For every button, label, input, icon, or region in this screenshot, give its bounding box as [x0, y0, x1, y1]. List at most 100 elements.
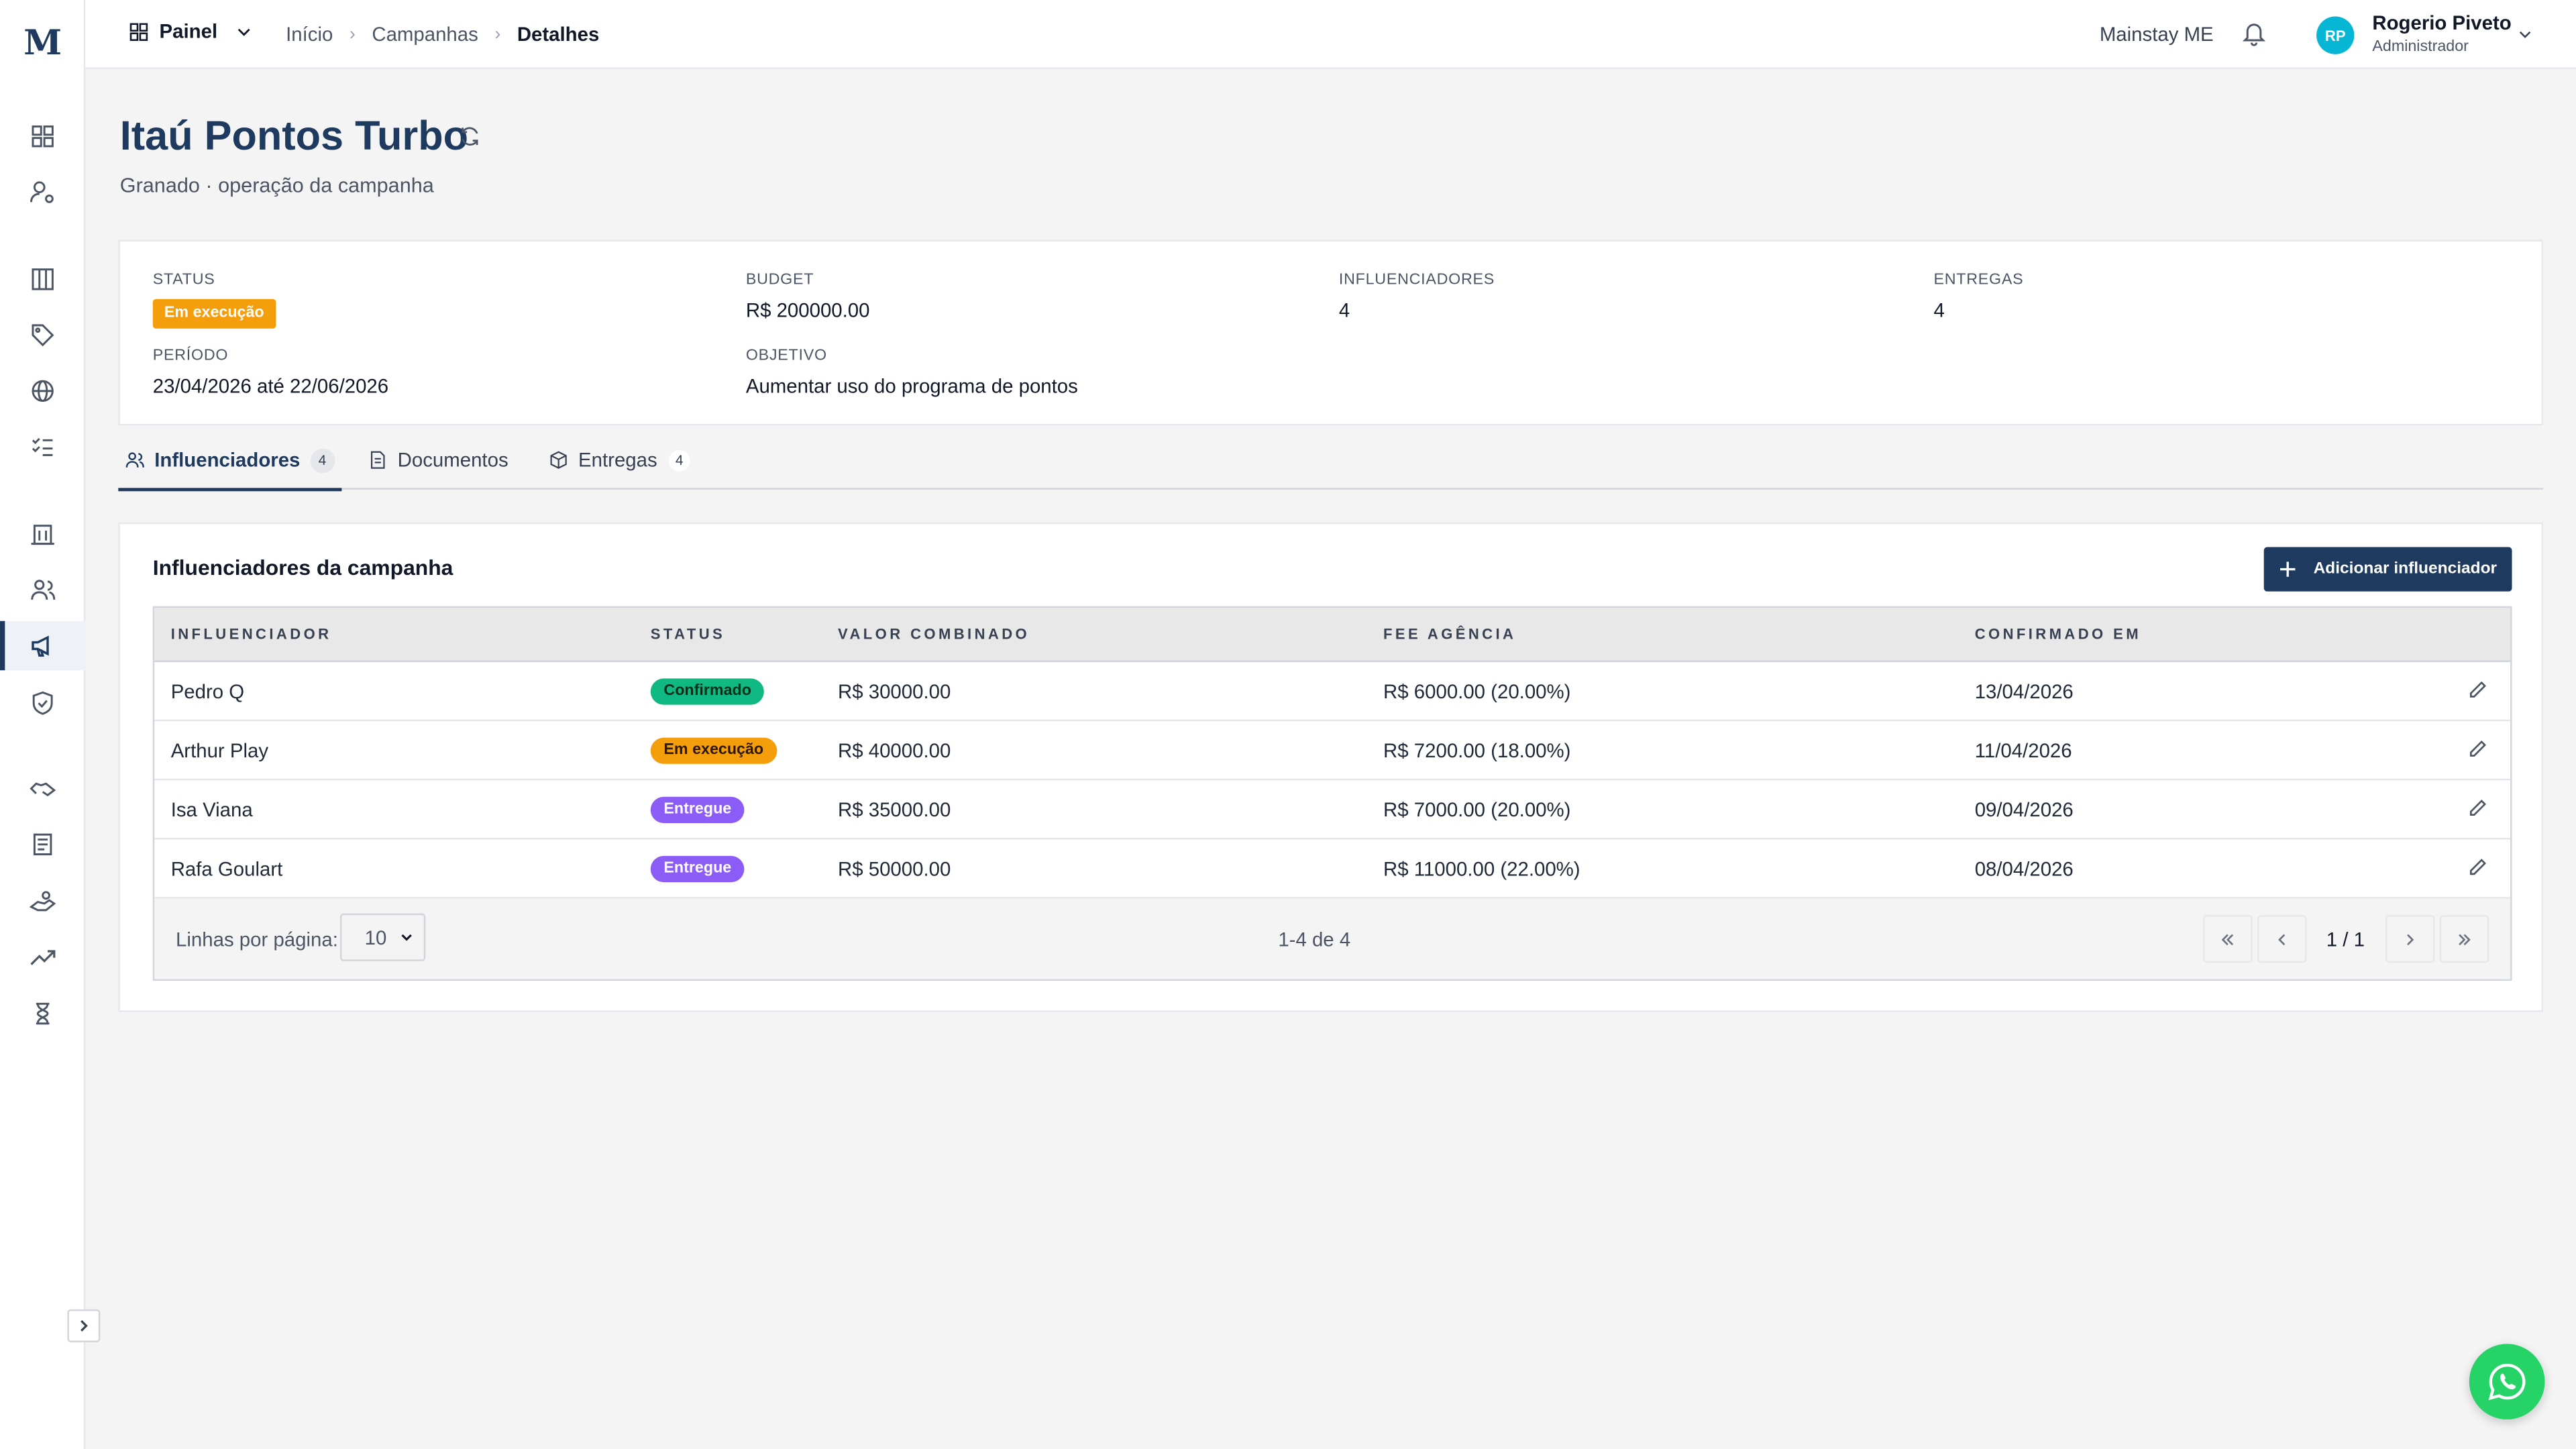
expand-sidebar-button[interactable] [67, 1309, 101, 1342]
refresh-icon[interactable] [458, 125, 481, 148]
document-list-icon[interactable] [0, 820, 85, 869]
influencers-label: INFLUENCIADORES [1338, 271, 1495, 290]
rows-per-page-label: Linhas por página: [176, 928, 338, 951]
user-settings-icon[interactable] [0, 168, 85, 217]
tab-entregas-label: Entregas [578, 448, 657, 472]
confirmed-date: 11/04/2026 [1974, 739, 2072, 763]
objective-value: Aumentar uso do programa de pontos [745, 374, 1078, 398]
pagination-range: 1-4 de 4 [1278, 928, 1351, 951]
objective-label: OBJETIVO [745, 346, 827, 365]
confirmed-date: 08/04/2026 [1974, 857, 2074, 881]
table-row: Rafa Goulart Entregue R$ 50000.00 R$ 110… [154, 839, 2511, 899]
breadcrumb: Início › Campanhas › Detalhes [286, 23, 599, 46]
painel-label: Painel [159, 19, 218, 43]
previous-page-button[interactable] [2257, 915, 2307, 963]
column-header[interactable]: STATUS [651, 626, 725, 642]
page-subtitle: Granado · operação da campanha [119, 174, 434, 197]
shield-icon[interactable] [0, 678, 85, 727]
influencers-table: INFLUENCIADOR STATUS VALOR COMBINADO FEE… [152, 606, 2512, 981]
tab-bar: Influenciadores 4 Documentos Entregas 4 [118, 431, 2544, 492]
bell-icon[interactable] [2241, 19, 2267, 46]
rows-per-page-select[interactable]: 10 [339, 913, 426, 961]
handshake-icon[interactable] [0, 764, 85, 813]
avatar[interactable]: RP [2316, 16, 2355, 54]
user-menu-chevron-icon[interactable] [2515, 25, 2534, 44]
double-chevron-left-icon [2221, 933, 2234, 945]
painel-menu[interactable]: Painel [128, 19, 255, 43]
trending-up-icon[interactable] [0, 933, 85, 982]
building-icon[interactable] [0, 509, 85, 558]
status-badge: Em execução [152, 299, 276, 329]
status-badge: Entregue [650, 796, 745, 823]
megaphone-icon[interactable] [0, 621, 86, 671]
breadcrumb-campaigns[interactable]: Campanhas [372, 23, 478, 46]
user-name[interactable]: Rogerio Piveto [2372, 11, 2511, 34]
rows-per-page-value: 10 [364, 926, 387, 949]
influencer-name: Rafa Goulart [170, 857, 283, 881]
column-header[interactable]: CONFIRMADO EM [1975, 626, 2141, 642]
double-chevron-right-icon [2459, 933, 2471, 945]
brand-logo[interactable]: M [0, 16, 85, 65]
budget-label: BUDGET [745, 271, 814, 290]
tab-influenciadores[interactable]: Influenciadores 4 [118, 431, 341, 492]
tab-entregas-count: 4 [667, 447, 692, 473]
budget-value: R$ 200000.00 [745, 299, 870, 323]
chevron-down-icon [238, 28, 251, 36]
agreed-value: R$ 40000.00 [837, 739, 951, 763]
whatsapp-button[interactable] [2469, 1344, 2545, 1419]
hourglass-icon[interactable] [0, 989, 85, 1038]
tab-influenciadores-count: 4 [310, 447, 335, 473]
tab-entregas[interactable]: Entregas 4 [549, 431, 692, 490]
period-value: 23/04/2026 até 22/06/2026 [152, 374, 389, 398]
column-header[interactable]: VALOR COMBINADO [838, 626, 1030, 642]
breadcrumb-current: Detalhes [517, 23, 600, 46]
agency-fee: R$ 7200.00 (18.00%) [1383, 739, 1571, 763]
influencers-value: 4 [1338, 299, 1350, 323]
agreed-value: R$ 30000.00 [837, 680, 951, 704]
add-influencer-button[interactable]: Adicionar influenciador [2263, 547, 2512, 592]
edit-icon[interactable] [2467, 680, 2487, 700]
tags-icon[interactable] [0, 311, 85, 360]
campaign-summary-card: STATUS Em execução BUDGET R$ 200000.00 I… [118, 239, 2544, 426]
users-icon[interactable] [0, 565, 85, 614]
plus-icon [2280, 561, 2296, 577]
status-badge: Confirmado [650, 678, 765, 705]
deliveries-value: 4 [1933, 299, 1945, 323]
breadcrumb-home[interactable]: Início [286, 23, 333, 46]
users-icon [125, 452, 144, 468]
edit-icon[interactable] [2467, 857, 2487, 877]
page-indicator: 1 / 1 [2326, 928, 2365, 951]
agency-fee: R$ 11000.00 (22.00%) [1383, 857, 1580, 881]
columns-icon[interactable] [0, 255, 85, 304]
package-icon [550, 451, 567, 469]
deliveries-label: ENTREGAS [1933, 271, 2024, 290]
status-badge: Entregue [650, 855, 745, 883]
topbar: Painel Início › Campanhas › Detalhes Mai… [85, 0, 2576, 69]
chevron-right-icon [80, 1320, 88, 1332]
whatsapp-icon [2488, 1363, 2526, 1401]
globe-icon[interactable] [0, 366, 85, 415]
chevron-left-icon [2278, 933, 2286, 945]
edit-icon[interactable] [2467, 798, 2487, 818]
column-header[interactable]: FEE AGÊNCIA [1383, 626, 1516, 642]
influencer-name: Isa Viana [170, 798, 253, 822]
confirmed-date: 13/04/2026 [1974, 680, 2074, 704]
first-page-button[interactable] [2203, 915, 2253, 963]
status-label: STATUS [152, 271, 215, 290]
payment-hand-icon[interactable] [0, 877, 85, 926]
company-name[interactable]: Mainstay ME [2100, 23, 2214, 46]
column-header[interactable]: INFLUENCIADOR [171, 626, 332, 642]
tab-documentos[interactable]: Documentos [368, 431, 508, 490]
sidebar: M [0, 0, 101, 1449]
influencer-name: Arthur Play [170, 739, 269, 763]
last-page-button[interactable] [2439, 915, 2489, 963]
edit-icon[interactable] [2467, 739, 2487, 759]
tab-influenciadores-label: Influenciadores [154, 448, 301, 472]
table-row: Arthur Play Em execução R$ 40000.00 R$ 7… [154, 721, 2511, 781]
checklist-icon[interactable] [0, 422, 85, 471]
next-page-button[interactable] [2385, 915, 2435, 963]
table-header: INFLUENCIADOR STATUS VALOR COMBINADO FEE… [154, 608, 2511, 662]
user-role: Administrador [2372, 38, 2469, 56]
dashboard-icon[interactable] [0, 112, 85, 161]
card-title: Influenciadores da campanha [152, 555, 453, 580]
